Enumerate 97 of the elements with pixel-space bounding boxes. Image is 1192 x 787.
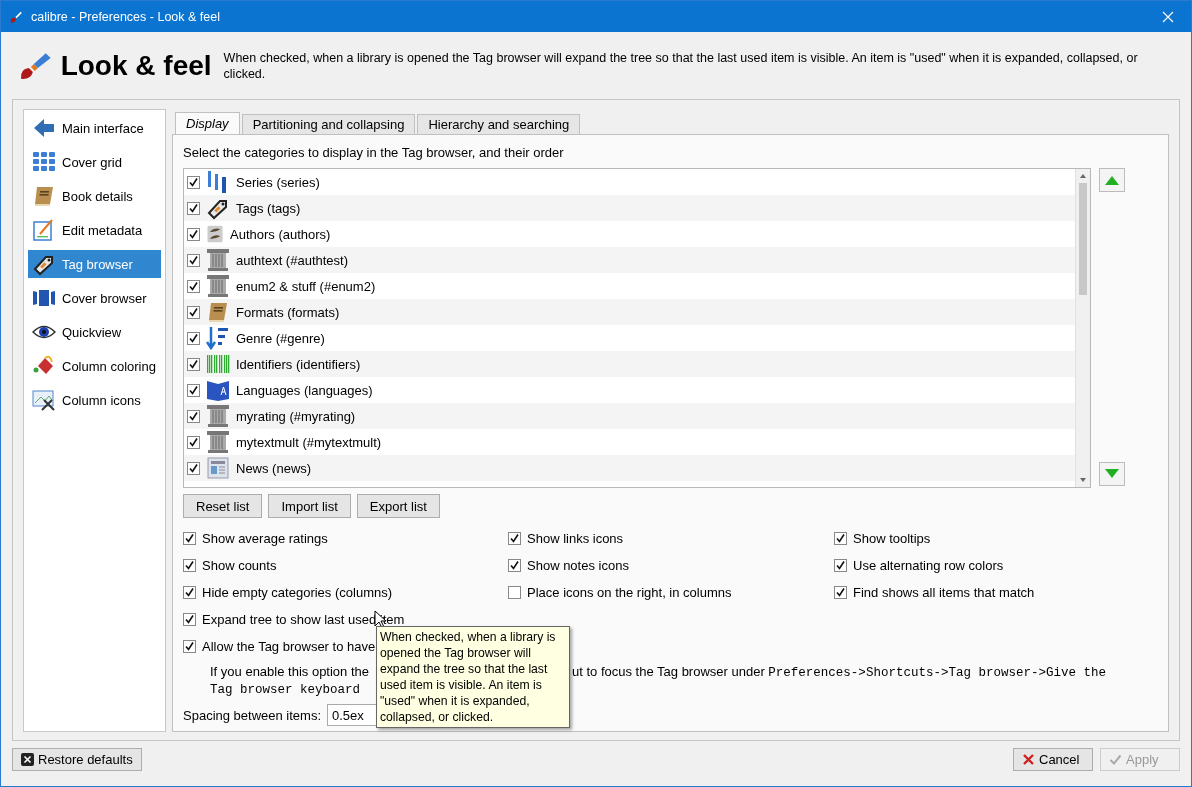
category-label[interactable]: authtext (#authtest)	[236, 252, 348, 268]
cancel-button[interactable]: Cancel	[1013, 748, 1093, 771]
pillar-icon	[206, 404, 230, 428]
spacing-label: Spacing between items:	[183, 707, 322, 723]
barcode-icon	[206, 352, 230, 376]
sidebar-item[interactable]: Column icons	[28, 386, 161, 414]
note-text: Tag browser keyboard	[210, 682, 361, 699]
scrollbar[interactable]	[1075, 169, 1090, 487]
category-label[interactable]: myrating (#myrating)	[236, 408, 356, 424]
category-label[interactable]: Authors (authors)	[230, 226, 331, 242]
option-label[interactable]: Hide empty categories (columns)	[202, 585, 393, 600]
sidebar-item[interactable]: Cover browser	[28, 284, 161, 312]
category-label[interactable]: Tags (tags)	[236, 200, 301, 216]
scroll-thumb[interactable]	[1079, 183, 1087, 295]
checkbox[interactable]	[508, 586, 521, 599]
sidebar-item[interactable]: Main interface	[28, 114, 161, 142]
move-up-button[interactable]	[1099, 168, 1125, 192]
down-triangle-icon	[1104, 468, 1120, 480]
category-label[interactable]: Formats (formats)	[236, 304, 340, 320]
image-tools-icon	[32, 388, 56, 412]
checkbox[interactable]	[187, 409, 200, 423]
option-label[interactable]: Use alternating row colors	[853, 558, 1004, 573]
category-label[interactable]: Genre (#genre)	[236, 330, 325, 346]
category-label[interactable]: Identifiers (identifiers)	[236, 356, 361, 372]
category-label[interactable]: mytextmult (#mytextmult)	[236, 434, 382, 450]
list-button[interactable]: Export list	[356, 494, 440, 518]
checkbox[interactable]	[187, 227, 200, 241]
page-description: When checked, when a library is opened the Tag browser will expand the tree so that the last used item is visible. An item is "used" when it is expanded, collapsed, or clicked.	[223, 49, 1139, 82]
checkbox[interactable]	[183, 559, 196, 572]
note-text: ut to focus the Tag browser under Preferences->Shortcuts->Tag browser->Give the	[572, 663, 1106, 682]
option-label[interactable]: Place icons on the right, in columns	[527, 585, 732, 600]
option-label[interactable]: Show counts	[202, 558, 277, 573]
pillar-icon	[206, 274, 230, 298]
move-down-button[interactable]	[1099, 462, 1125, 486]
sidebar-item[interactable]: Column coloring	[28, 352, 161, 380]
checkbox[interactable]	[508, 532, 521, 545]
option-label[interactable]: Show average ratings	[202, 531, 328, 546]
checkbox[interactable]	[187, 383, 200, 397]
list-button[interactable]: Import list	[268, 494, 351, 518]
tooltip: When checked, when a library is opened the Tag browser will expand the tree so that the last used item is visible. An item is "used" when it is expanded, collapsed, or clicked.	[376, 626, 570, 728]
book-icon	[206, 300, 230, 324]
book-icon	[32, 184, 56, 208]
pillar-icon	[206, 248, 230, 272]
option-label[interactable]: Show links icons	[527, 531, 624, 546]
translate-icon	[206, 378, 230, 402]
up-triangle-icon	[1104, 174, 1120, 186]
sidebar-item[interactable]: Quickview	[28, 318, 161, 346]
categories-label: Select the categories to display in the Tag browser, and their order	[183, 145, 565, 161]
checkbox[interactable]	[834, 586, 847, 599]
checkbox[interactable]	[187, 279, 200, 293]
page-title: Look & feel	[60, 49, 212, 82]
left-arrow-icon	[32, 116, 56, 140]
pillar-icon	[206, 430, 230, 454]
checkmark-icon	[1109, 753, 1122, 766]
checkbox[interactable]	[508, 559, 521, 572]
checkbox[interactable]	[834, 559, 847, 572]
checkbox[interactable]	[187, 201, 200, 215]
tab[interactable]: Hierarchy and searching	[417, 114, 581, 134]
option-label[interactable]: Show tooltips	[853, 531, 931, 546]
sidebar-item[interactable]: Cover grid	[28, 148, 161, 176]
sort-icon	[206, 326, 230, 350]
option-label[interactable]: Find shows all items that match	[853, 585, 1035, 600]
note-text: If you enable this option the	[210, 663, 369, 681]
checkbox[interactable]	[183, 532, 196, 545]
checkbox[interactable]	[183, 613, 196, 626]
checkbox[interactable]	[187, 461, 200, 475]
window-title: calibre - Preferences - Look & feel	[31, 9, 220, 24]
tab[interactable]: Partitioning and collapsing	[241, 114, 416, 134]
sidebar-item[interactable]: Tag browser	[28, 250, 161, 278]
checkbox[interactable]	[834, 532, 847, 545]
close-icon	[21, 753, 34, 766]
category-label[interactable]: enum2 & stuff (#enum2)	[236, 278, 376, 294]
checkbox[interactable]	[187, 435, 200, 449]
checkbox[interactable]	[187, 357, 200, 371]
option-label[interactable]: Show notes icons	[527, 558, 629, 573]
checkbox[interactable]	[183, 586, 196, 599]
option-label[interactable]: Allow the Tag browser to have	[202, 639, 376, 654]
restore-defaults-button[interactable]: Restore defaults	[12, 748, 142, 771]
checkbox[interactable]	[187, 175, 200, 189]
sidebar-item[interactable]: Book details	[28, 182, 161, 210]
newspaper-icon	[206, 456, 230, 480]
tab[interactable]: Display	[175, 112, 240, 135]
close-icon	[1022, 753, 1035, 766]
category-label[interactable]: News (news)	[236, 460, 312, 476]
checkbox[interactable]	[183, 640, 196, 653]
checkbox[interactable]	[187, 253, 200, 267]
checkbox[interactable]	[187, 305, 200, 319]
checkbox[interactable]	[187, 331, 200, 345]
brush-icon	[19, 50, 53, 81]
grid-icon	[32, 150, 56, 174]
category-label[interactable]: Series (series)	[236, 174, 320, 190]
list-button[interactable]: Reset list	[183, 494, 263, 518]
edit-icon	[32, 218, 56, 242]
brush-icon	[9, 9, 23, 24]
category-label[interactable]: Languages (languages)	[236, 382, 373, 398]
close-icon	[1162, 10, 1174, 23]
sidebar-item[interactable]: Edit metadata	[28, 216, 161, 244]
